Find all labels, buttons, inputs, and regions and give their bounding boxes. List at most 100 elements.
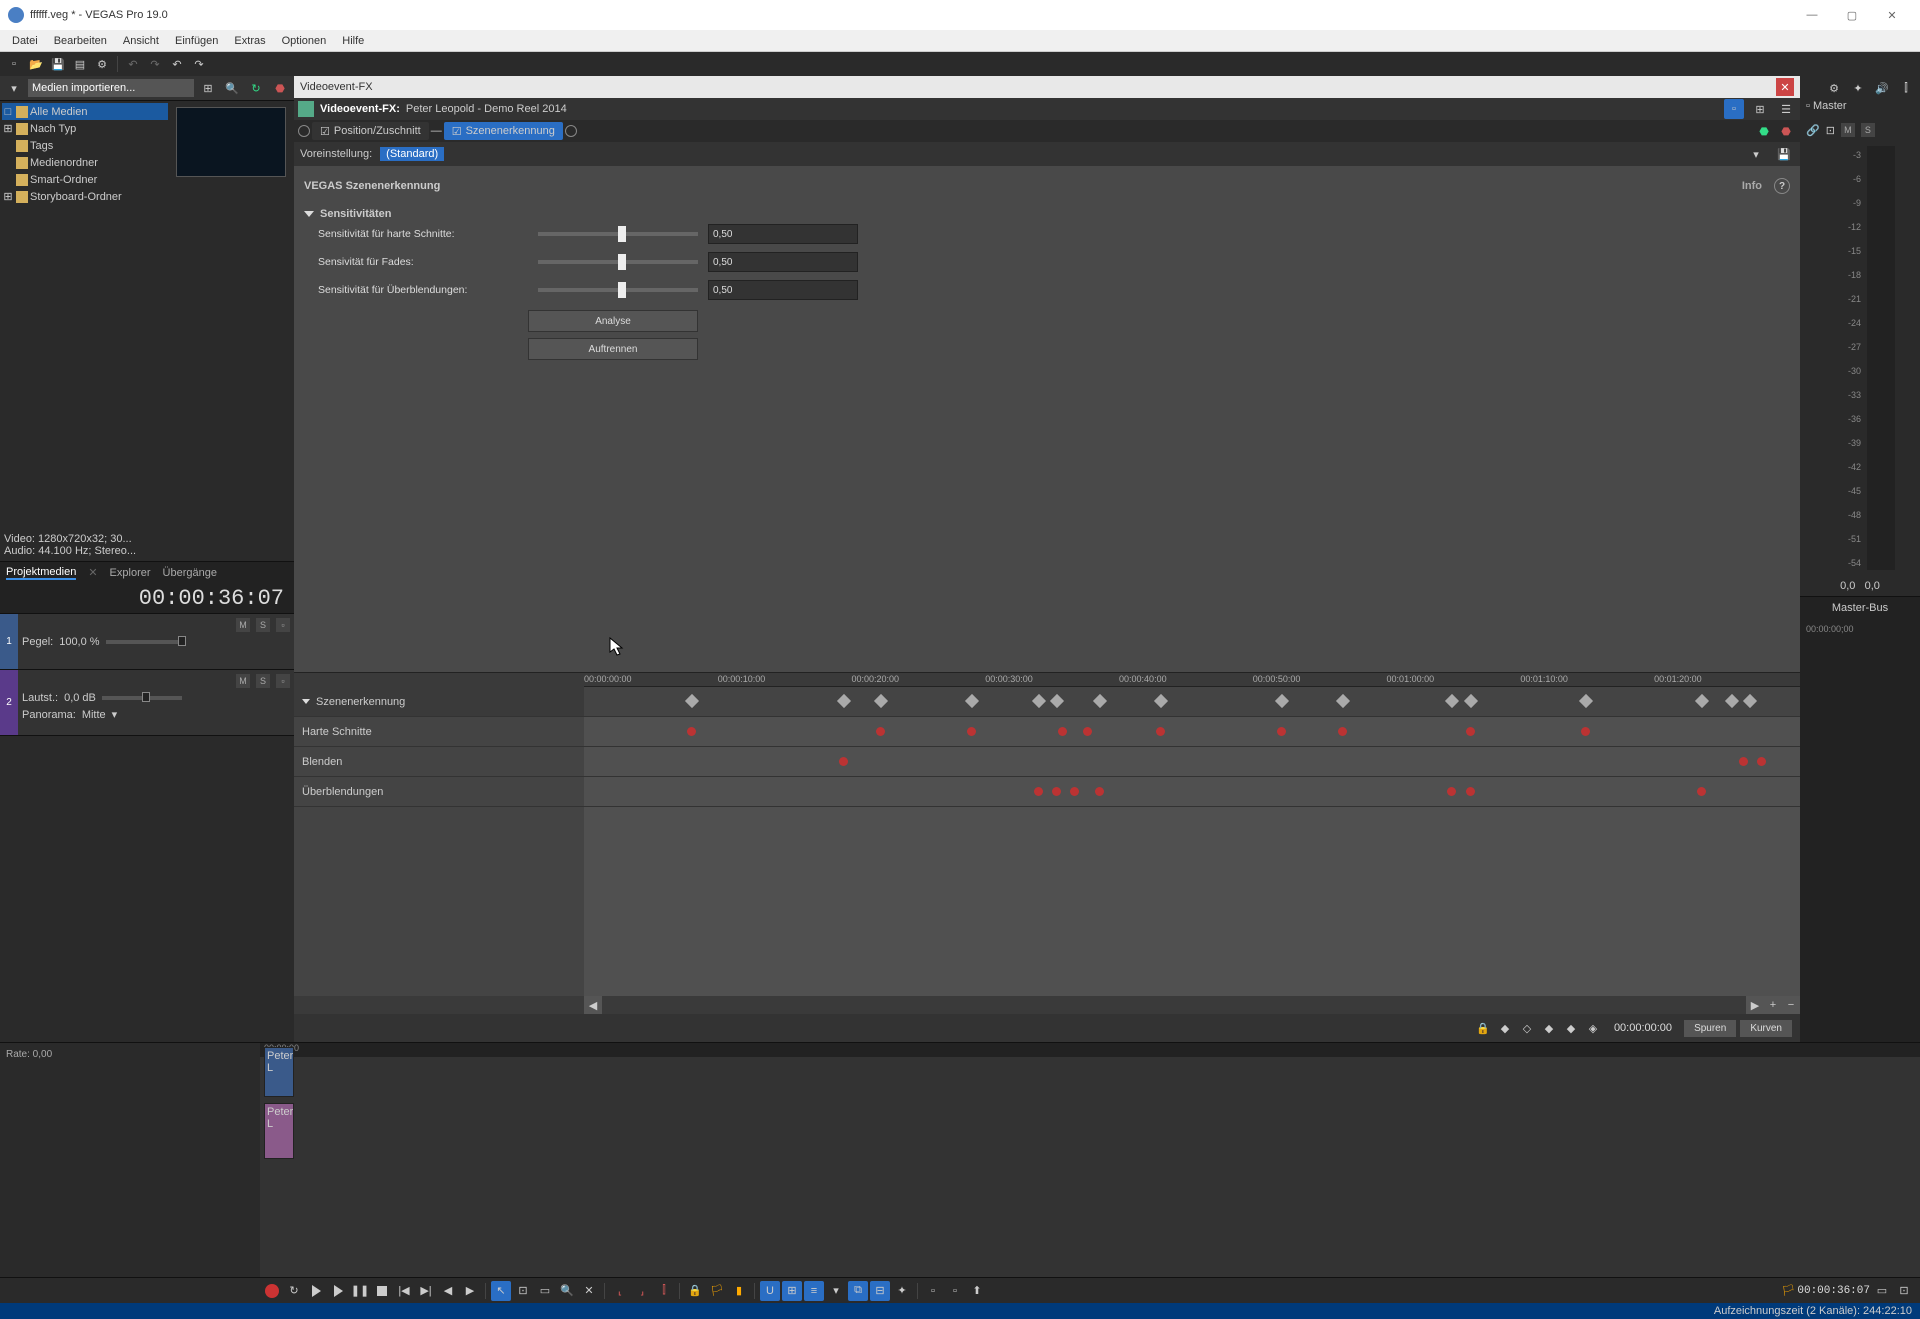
search-toggle-icon[interactable]: 🔍 — [222, 78, 242, 98]
prev-frame-button[interactable]: ◀ — [438, 1281, 458, 1301]
scene-marker-diamond[interactable] — [1725, 694, 1739, 708]
menu-file[interactable]: Datei — [4, 33, 46, 49]
master-vol-icon[interactable]: 🔊 — [1872, 78, 1892, 98]
go-start-button[interactable]: |◀ — [394, 1281, 414, 1301]
scene-markers-blend[interactable] — [584, 747, 1800, 777]
input-hard-cuts[interactable] — [708, 224, 858, 244]
fx-remove-icon[interactable]: ⬣ — [1776, 121, 1796, 141]
scene-marker-diamond[interactable] — [1093, 694, 1107, 708]
menu-view[interactable]: Ansicht — [115, 33, 167, 49]
master-send-icon[interactable]: ⊡ — [1826, 124, 1835, 137]
slider-dissolves[interactable] — [538, 288, 698, 292]
scene-marker-dot[interactable] — [1466, 787, 1475, 796]
next-frame-button[interactable]: ▶ — [460, 1281, 480, 1301]
properties-icon[interactable]: ⚙ — [92, 54, 112, 74]
fx-bypass-icon[interactable]: ▫ — [1724, 99, 1744, 119]
zoom-in-icon[interactable]: + — [1764, 996, 1782, 1014]
preset-value[interactable]: (Standard) — [380, 147, 444, 161]
track-2-vol-slider[interactable] — [102, 696, 182, 700]
stop-button[interactable] — [372, 1281, 392, 1301]
track-2-mute[interactable]: M — [236, 674, 250, 688]
scene-marker-dot[interactable] — [1338, 727, 1347, 736]
region-icon[interactable]: ▮ — [729, 1281, 749, 1301]
tree-smart-folder[interactable]: Smart-Ordner — [2, 171, 168, 188]
slider-fades[interactable] — [538, 260, 698, 264]
track-1-fx[interactable]: ▫ — [276, 618, 290, 632]
scene-marker-dot[interactable] — [1034, 787, 1043, 796]
track-1-header[interactable]: 1 M S ▫ Pegel: 100,0 % — [0, 614, 294, 670]
scene-row-dissolves[interactable]: Überblendungen — [294, 777, 584, 807]
tab-close-icon[interactable]: ✕ — [88, 566, 97, 579]
scene-marker-dot[interactable] — [1466, 727, 1475, 736]
fx-window-titlebar[interactable]: Videoevent-FX ✕ — [294, 76, 1800, 98]
event-group-icon[interactable]: ⊟ — [870, 1281, 890, 1301]
refresh-icon[interactable]: ↻ — [246, 78, 266, 98]
track-1-solo[interactable]: S — [256, 618, 270, 632]
tab-explorer[interactable]: Explorer — [110, 567, 151, 579]
auto-crossfade-icon[interactable]: ▾ — [826, 1281, 846, 1301]
color-icon-2[interactable]: ▫ — [945, 1281, 965, 1301]
master-gear-icon[interactable]: ⚙ — [1824, 78, 1844, 98]
lock-icon[interactable]: 🔒 — [685, 1281, 705, 1301]
scene-marker-dot[interactable] — [839, 757, 848, 766]
scene-marker-dot[interactable] — [967, 727, 976, 736]
scene-marker-diamond[interactable] — [1743, 694, 1757, 708]
scene-marker-dot[interactable] — [1447, 787, 1456, 796]
scene-marker-diamond[interactable] — [1464, 694, 1478, 708]
scene-row-hardcuts[interactable]: Harte Schnitte — [294, 717, 584, 747]
scene-marker-diamond[interactable] — [1445, 694, 1459, 708]
fx-add-icon[interactable]: ⬣ — [1754, 121, 1774, 141]
scene-marker-diamond[interactable] — [1032, 694, 1046, 708]
play-start-button[interactable] — [306, 1281, 326, 1301]
key-prev-icon[interactable]: ◆ — [1496, 1019, 1514, 1037]
save-icon[interactable]: 💾 — [48, 54, 68, 74]
scene-marker-dot[interactable] — [1058, 727, 1067, 736]
track-1-mute[interactable]: M — [236, 618, 250, 632]
import-dropdown-icon[interactable]: ▾ — [4, 78, 24, 98]
scene-marker-dot[interactable] — [1757, 757, 1766, 766]
key-del-icon[interactable]: ◇ — [1518, 1019, 1536, 1037]
chain-position-crop[interactable]: ☑Position/Zuschnitt — [312, 122, 429, 140]
render-icon[interactable]: ▤ — [70, 54, 90, 74]
timeline-ruler[interactable]: 00:00:00 — [260, 1043, 1920, 1057]
scene-marker-diamond[interactable] — [1275, 694, 1289, 708]
record-button[interactable] — [262, 1281, 282, 1301]
scene-marker-diamond[interactable] — [874, 694, 888, 708]
close-button[interactable]: ✕ — [1872, 0, 1912, 30]
scroll-left-icon[interactable]: ◀ — [584, 996, 602, 1014]
scene-marker-dot[interactable] — [1739, 757, 1748, 766]
kurven-button[interactable]: Kurven — [1740, 1020, 1792, 1037]
track-2-fx[interactable]: ▫ — [276, 674, 290, 688]
scene-marker-dot[interactable] — [1095, 787, 1104, 796]
scene-marker-diamond[interactable] — [1579, 694, 1593, 708]
scene-marker-dot[interactable] — [876, 727, 885, 736]
slider-hard-cuts[interactable] — [538, 232, 698, 236]
scene-ruler[interactable]: 00:00:00:0000:00:10:0000:00:20:0000:00:3… — [584, 673, 1800, 687]
master-bus-tab[interactable]: Master-Bus — [1800, 596, 1920, 618]
loop-button[interactable]: ↻ — [284, 1281, 304, 1301]
tree-media-folder[interactable]: Medienordner — [2, 154, 168, 171]
marker-icon[interactable]: 🏳 — [707, 1281, 727, 1301]
quantize-icon[interactable]: ⊞ — [782, 1281, 802, 1301]
fx-close-button[interactable]: ✕ — [1776, 78, 1794, 96]
video-clip[interactable]: Peter L — [264, 1047, 294, 1097]
scene-marker-diamond[interactable] — [1153, 694, 1167, 708]
trim-start-icon[interactable]: ⸤ — [610, 1281, 630, 1301]
audio-clip[interactable]: Peter L — [264, 1103, 294, 1159]
split-button[interactable]: Auftrennen — [528, 338, 698, 360]
scene-marker-dot[interactable] — [1581, 727, 1590, 736]
preset-save-icon[interactable]: 💾 — [1774, 144, 1794, 164]
scene-marker-diamond[interactable] — [685, 694, 699, 708]
split-icon[interactable]: ⫿ — [654, 1281, 674, 1301]
tab-project-media[interactable]: Projektmedien — [6, 566, 76, 580]
upload-icon[interactable]: ⬆ — [967, 1281, 987, 1301]
track-2-header[interactable]: 2 M S ▫ Lautst.: 0,0 dB Panorama: Mitte — [0, 670, 294, 736]
undo-icon[interactable]: ↶ — [167, 54, 187, 74]
input-fades[interactable] — [708, 252, 858, 272]
auto-ripple-icon[interactable]: ≡ — [804, 1281, 824, 1301]
scene-markers-all[interactable] — [584, 687, 1800, 717]
color-icon-1[interactable]: ▫ — [923, 1281, 943, 1301]
normal-edit-tool[interactable]: ↖ — [491, 1281, 511, 1301]
spuren-button[interactable]: Spuren — [1684, 1020, 1736, 1037]
master-sliders-icon[interactable]: ⫿ — [1896, 78, 1916, 98]
